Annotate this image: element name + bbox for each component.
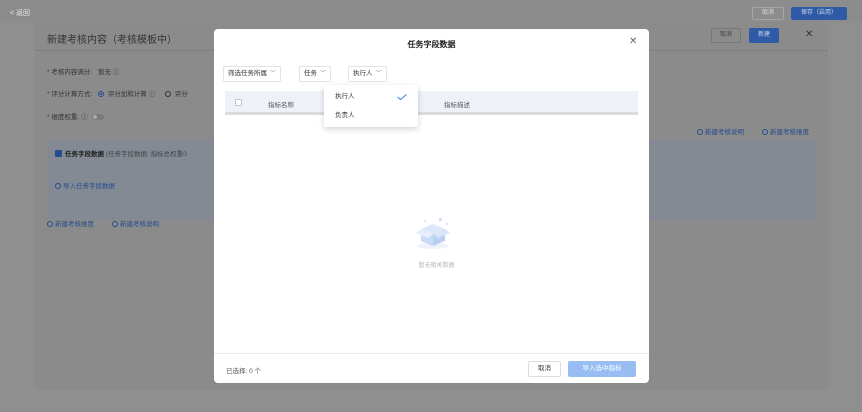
dimension-weight-row: * 维度权重: ⓘ: [47, 111, 105, 121]
calc-method-option-other: 评分: [174, 91, 188, 98]
chevron-down-icon: ﹀: [270, 71, 277, 77]
import-task-field-link[interactable]: 导入任务字段数据: [55, 180, 115, 190]
table-header: 指标名称 指标描述: [225, 91, 638, 115]
calc-method-radio-sum[interactable]: [97, 91, 104, 97]
add-description-link[interactable]: 新建考核说明: [112, 218, 159, 228]
card-subtitle: (任务字段数据: 指标总权重0: [105, 151, 187, 158]
panel-new-button[interactable]: 新建: [749, 28, 779, 43]
right-add-desc-link[interactable]: 新建考核说明: [697, 126, 744, 136]
plus-circle-icon: [762, 129, 768, 135]
empty-text: 暂无相关数据: [418, 263, 455, 269]
calc-method-radio-other[interactable]: [164, 91, 171, 97]
add-dimension-link[interactable]: 新建考核维度: [47, 218, 94, 228]
calc-method-row: * 评分计算方式: 评分加和计算 ⓘ 评分: [47, 91, 188, 98]
full-score-label: 考核内容满分:: [51, 69, 93, 76]
right-add-dimension-link[interactable]: 新建考核维度: [762, 126, 809, 136]
selected-count: 已选择: 0 个: [226, 368, 262, 375]
panel-title: 新建考核内容（考核模板中）: [47, 35, 177, 46]
dropdown-option-owner[interactable]: 负责人: [324, 107, 418, 125]
plus-circle-icon: [112, 221, 118, 227]
card-header: 任务字段数据 (任务字段数据: 指标总权重0: [55, 148, 187, 158]
calc-method-option-sum: 评分加和计算: [107, 91, 147, 98]
checkbox-checked-icon[interactable]: [55, 150, 62, 157]
top-save-button[interactable]: 保存（启用）: [791, 7, 847, 20]
full-score-value: 暂无: [97, 69, 111, 76]
modal-footer-divider: [214, 353, 649, 354]
empty-box-icon: [416, 218, 450, 249]
modal-title: 任务字段数据: [407, 40, 456, 49]
info-icon: ⓘ: [148, 91, 156, 98]
top-bar: < 返回 取消 保存（启用）: [0, 0, 862, 22]
info-icon: ⓘ: [80, 114, 88, 121]
person-dropdown-menu: 执行人 负责人: [324, 85, 418, 127]
full-score-row: * 考核内容满分: 暂无 ⓘ: [47, 69, 120, 76]
check-icon: [397, 94, 407, 100]
panel-close-icon[interactable]: ✕: [805, 29, 813, 40]
filter-owner-select[interactable]: 筛选任务所属 ﹀: [223, 66, 282, 82]
card-title: 任务字段数据: [65, 151, 104, 158]
plus-circle-icon: [697, 129, 703, 135]
plus-circle-icon: [55, 183, 61, 189]
modal-close-icon[interactable]: ✕: [629, 36, 637, 47]
calc-method-label: 评分计算方式:: [51, 91, 93, 98]
dropdown-option-executor[interactable]: 执行人: [324, 88, 418, 106]
dimension-weight-label: 维度权重:: [51, 114, 80, 121]
filter-task-select[interactable]: 任务 ﹀: [299, 66, 332, 82]
info-icon: ⓘ: [112, 69, 120, 76]
chevron-down-icon: ﹀: [320, 71, 327, 77]
select-all-checkbox[interactable]: [235, 99, 242, 106]
dimension-weight-switch[interactable]: [92, 114, 105, 120]
col-desc-header: 指标描述: [444, 102, 470, 109]
panel-cancel-button[interactable]: 取消: [711, 28, 741, 43]
chevron-down-icon: ﹀: [375, 71, 382, 77]
filter-person-select[interactable]: 执行人 ﹀: [348, 66, 387, 82]
task-field-modal: 任务字段数据 ✕ 筛选任务所属 ﹀ 任务 ﹀ 执行人 ﹀ 指标名称 指标描述 暂无相关…: [214, 29, 649, 383]
import-selected-button[interactable]: 导入选中指标: [568, 361, 636, 377]
modal-cancel-button[interactable]: 取消: [528, 361, 561, 377]
plus-circle-icon: [47, 221, 53, 227]
back-link[interactable]: < 返回: [10, 8, 30, 18]
top-cancel-button[interactable]: 取消: [752, 7, 784, 20]
col-name-header: 指标名称: [268, 102, 294, 109]
